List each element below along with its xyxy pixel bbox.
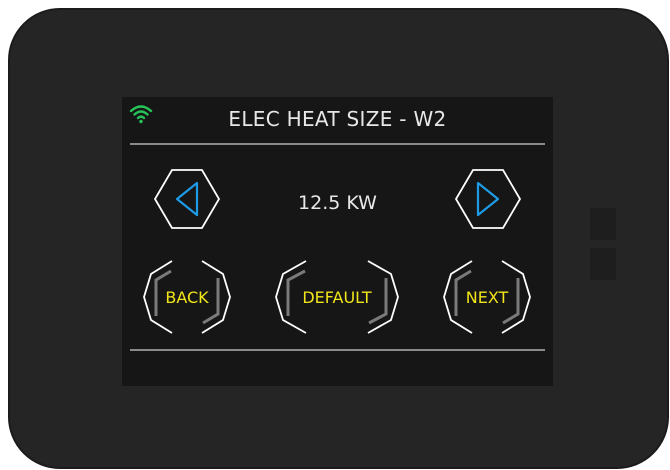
- screen-title: ELEC HEAT SIZE - W2: [228, 107, 447, 131]
- increase-button[interactable]: [453, 168, 523, 230]
- touch-screen: ELEC HEAT SIZE - W2 12.5 KW BACK DEFAULT…: [122, 97, 553, 386]
- next-button[interactable]: NEXT: [442, 259, 532, 335]
- default-button[interactable]: DEFAULT: [274, 259, 400, 335]
- header-divider: [130, 143, 545, 145]
- back-button[interactable]: BACK: [142, 259, 232, 335]
- back-label: BACK: [165, 287, 209, 307]
- footer-divider: [130, 349, 545, 351]
- arrow-right-icon: [476, 181, 500, 217]
- side-button-lower[interactable]: [590, 248, 616, 280]
- next-label: NEXT: [465, 287, 509, 307]
- side-button-upper[interactable]: [590, 208, 616, 240]
- default-label: DEFAULT: [302, 287, 372, 307]
